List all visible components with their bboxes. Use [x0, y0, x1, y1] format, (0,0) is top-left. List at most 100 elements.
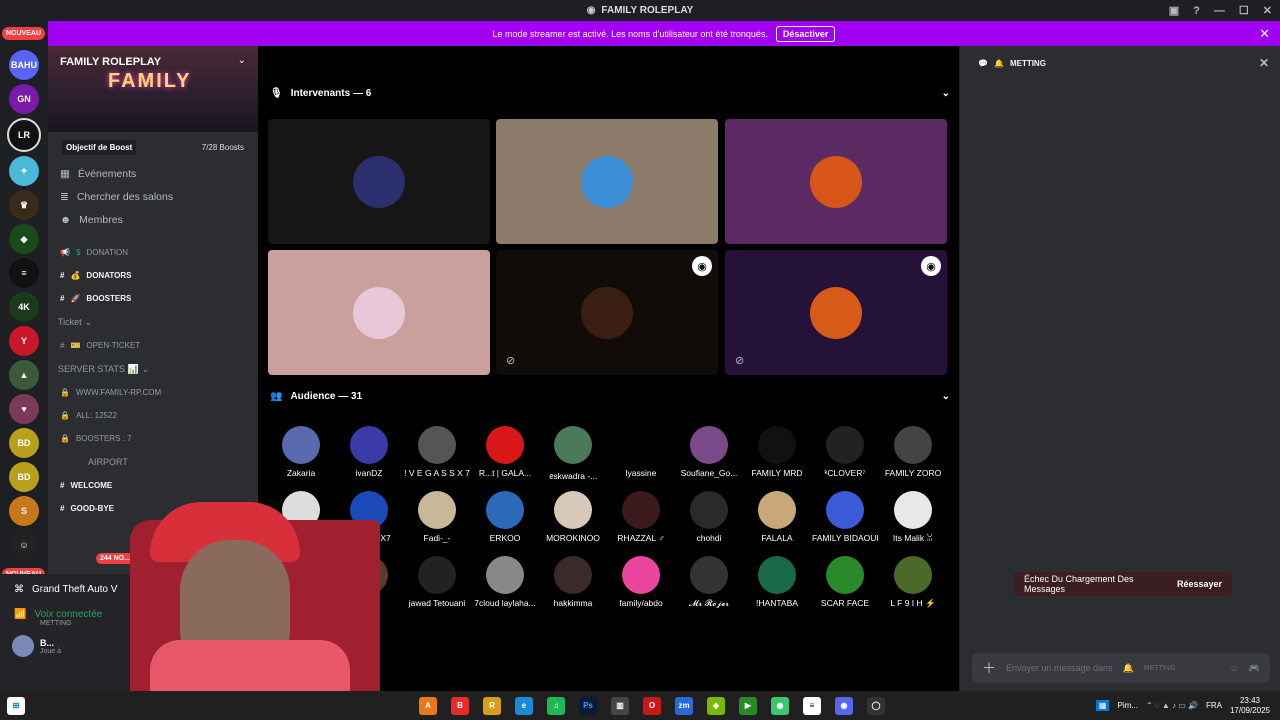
help-icon[interactable]: ?: [1193, 5, 1200, 17]
category-ticket[interactable]: Ticket ⌄: [48, 310, 258, 334]
disable-streamer-button[interactable]: Désactiver: [775, 25, 836, 42]
app-icon[interactable]: R: [483, 696, 501, 715]
speaker-tile[interactable]: [268, 250, 490, 375]
app-icon[interactable]: ▦: [1095, 700, 1110, 711]
maximize-button[interactable]: ☐: [1239, 4, 1249, 17]
language-indicator[interactable]: FRA: [1206, 701, 1222, 710]
close-banner-icon[interactable]: ✕: [1259, 26, 1270, 42]
spotify-icon[interactable]: ♫: [547, 696, 565, 715]
speaker-tile[interactable]: ◉ ⊘: [496, 250, 718, 375]
chevron-down-icon[interactable]: ⌄: [238, 55, 246, 66]
minimize-button[interactable]: —: [1214, 5, 1225, 17]
audience-member[interactable]: RHAZZAL ♂: [608, 491, 674, 543]
message-composer[interactable]: ＋ Envoyer un message dans 🔔 METTING ☺ 🎮: [972, 653, 1270, 683]
photoshop-icon[interactable]: Ps: [579, 696, 597, 715]
speaker-tile[interactable]: [496, 119, 718, 244]
audience-member[interactable]: chohdi: [676, 491, 742, 543]
opera-icon[interactable]: O: [643, 696, 661, 715]
channel-donation[interactable]: 📢 $ DONATION: [48, 241, 258, 264]
speakers-header[interactable]: 🎙 Intervenants — 6 ⌄: [270, 88, 950, 99]
channel-donators[interactable]: # 💰 DONATORS: [48, 264, 258, 287]
category-server-stats[interactable]: SERVER STATS 📊 ⌄: [48, 357, 258, 381]
nvidia-icon[interactable]: ◈: [707, 696, 725, 715]
server-header[interactable]: FAMILY ROLEPLAY ⌄ FAMILY: [48, 46, 258, 132]
server-icon[interactable]: LR: [7, 118, 41, 152]
audience-member[interactable]: FAMILY BIDAOUI: [812, 491, 878, 543]
audience-member[interactable]: hakkimma: [540, 556, 606, 608]
server-icon[interactable]: ♛: [9, 190, 39, 220]
channel-open-ticket[interactable]: # 🎫 OPEN-TICKET: [48, 334, 258, 357]
menu-browse-channels[interactable]: ≣ Chercher des salons: [48, 185, 258, 208]
server-icon[interactable]: 4K: [9, 292, 39, 322]
audience-member[interactable]: ! V E G A S S X 7: [404, 426, 470, 478]
tray-icons[interactable]: ⌃ ◌ ▲ ♪ ▭ 🔊: [1146, 701, 1198, 710]
speaker-tile[interactable]: ◉ ⊘: [725, 250, 947, 375]
chevron-down-icon[interactable]: ⌄: [942, 391, 950, 402]
audience-member[interactable]: FAMILY MRD: [744, 426, 810, 478]
audience-member[interactable]: SCAR FACE: [812, 556, 878, 608]
audience-header[interactable]: 👥 Audience — 31 ⌄: [270, 391, 950, 402]
edge-icon[interactable]: e: [515, 696, 533, 715]
audience-member[interactable]: family/abdo: [608, 556, 674, 608]
close-window-button[interactable]: ✕: [1263, 4, 1272, 17]
audience-member[interactable]: Zakaria: [268, 426, 334, 478]
server-icon[interactable]: ♥: [9, 394, 39, 424]
message-input[interactable]: Envoyer un message dans: [1006, 663, 1113, 673]
audience-member[interactable]: 𝓜𝓻 𝓡𝓸𝓳𝓮𝓻: [676, 556, 742, 609]
audience-member[interactable]: FAMILY ZORO: [880, 426, 946, 478]
pinned-label[interactable]: Pim...: [1117, 701, 1137, 710]
audience-member[interactable]: Soufiane_Go...: [676, 426, 742, 478]
server-icon[interactable]: BD: [9, 428, 39, 458]
channel-boosters[interactable]: # 🚀 BOOSTERS: [48, 287, 258, 310]
chevron-down-icon[interactable]: ⌄: [942, 88, 950, 99]
retry-button[interactable]: Réessayer: [1177, 579, 1222, 589]
menu-events[interactable]: ▦ Événements: [48, 162, 258, 185]
audience-member[interactable]: !HANTABA: [744, 556, 810, 608]
audience-member[interactable]: L F 9 I H ⚡: [880, 556, 946, 609]
emoji-icon[interactable]: ☺: [1230, 663, 1239, 673]
server-icon[interactable]: BAHU: [9, 50, 39, 80]
audience-member[interactable]: ivanDZ: [336, 426, 402, 478]
category-airport[interactable]: AIRPORT: [48, 450, 258, 474]
app-icon[interactable]: ▥: [611, 696, 629, 715]
audience-member[interactable]: jawad Tetouani: [404, 556, 470, 608]
app-icon[interactable]: ◉: [771, 696, 789, 715]
server-icon[interactable]: ✦: [9, 156, 39, 186]
start-icon[interactable]: ⊞: [7, 696, 25, 715]
server-icon[interactable]: ≡: [9, 258, 39, 288]
audience-member[interactable]: ᵏCLOVER⁷: [812, 426, 878, 478]
avatar[interactable]: [12, 635, 34, 657]
app-icon[interactable]: ≡: [803, 696, 821, 715]
inbox-icon[interactable]: ▣: [1169, 4, 1179, 17]
app-icon[interactable]: ▶: [739, 696, 757, 715]
audience-member[interactable]: FALALA: [744, 491, 810, 543]
server-icon[interactable]: ☺: [9, 530, 39, 560]
clock[interactable]: 23:43 17/09/2025: [1230, 696, 1270, 716]
audience-member[interactable]: Fadi-_-: [404, 491, 470, 543]
audience-member[interactable]: lyassine: [608, 426, 674, 478]
audience-member[interactable]: MOROKINOO: [540, 491, 606, 543]
app-icon[interactable]: B: [451, 696, 469, 715]
stat-boosters[interactable]: 🔒 BOOSTERS : 7: [48, 427, 258, 450]
audience-member[interactable]: Its Malik ꈍ: [880, 491, 946, 544]
discord-icon[interactable]: ◉: [835, 696, 853, 715]
stat-all-members[interactable]: 🔒 ALL: 12522: [48, 404, 258, 427]
server-icon[interactable]: GN: [9, 84, 39, 114]
server-icon[interactable]: ▲: [9, 360, 39, 390]
zoom-icon[interactable]: zm: [675, 696, 693, 715]
menu-members[interactable]: ☻ Membres: [48, 208, 258, 231]
audience-member[interactable]: R...t | GALA...: [472, 426, 538, 478]
app-icon[interactable]: ◯: [867, 696, 885, 715]
server-icon[interactable]: S: [9, 496, 39, 526]
app-icon[interactable]: A: [419, 696, 437, 715]
stat-website[interactable]: 🔒 WWW.FAMILY-RP.COM: [48, 381, 258, 404]
close-chat-icon[interactable]: ✕: [1259, 56, 1269, 70]
speaker-tile[interactable]: [725, 119, 947, 244]
boost-goal[interactable]: Objectif de Boost 7/28 Boosts: [48, 132, 258, 162]
audience-member[interactable]: 7cloud laylaha...: [472, 556, 538, 608]
server-icon[interactable]: ◈: [9, 224, 39, 254]
plus-icon[interactable]: ＋: [982, 658, 996, 678]
audience-member[interactable]: ERKOO: [472, 491, 538, 543]
gamepad-icon[interactable]: 🎮: [1249, 663, 1260, 674]
server-icon[interactable]: BD: [9, 462, 39, 492]
